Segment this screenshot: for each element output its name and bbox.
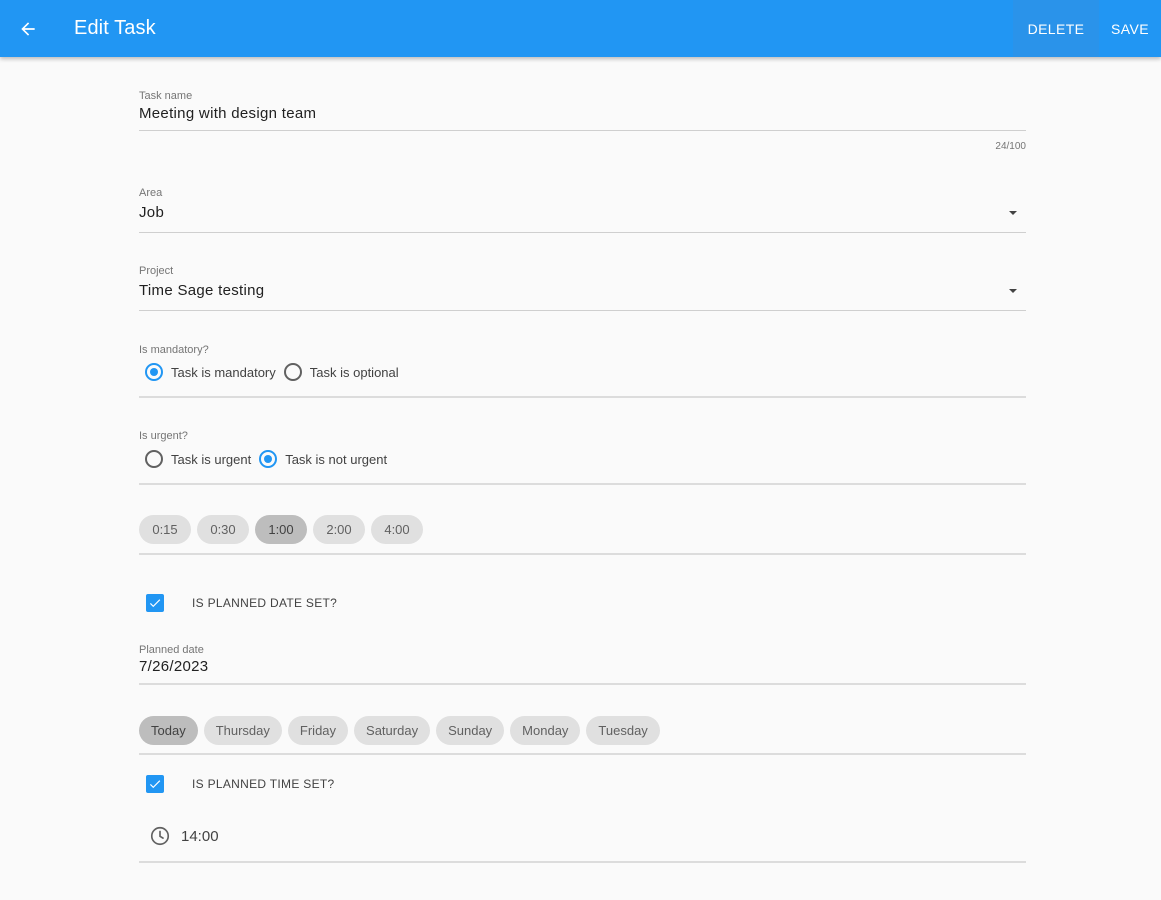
day-chip[interactable]: Sunday [436, 716, 505, 745]
checkbox-checked-icon[interactable] [146, 594, 164, 612]
urgent-divider [139, 483, 1026, 485]
save-button[interactable]: SAVE [1099, 0, 1161, 57]
urgent-radio-group: Task is urgent Task is not urgent [145, 450, 395, 468]
duration-chip-selected[interactable]: 1:00 [255, 515, 307, 544]
planned-date-field[interactable]: Planned date 7/26/2023 [139, 644, 1026, 686]
day-chip[interactable]: Saturday [354, 716, 431, 745]
duration-chip[interactable]: 4:00 [371, 515, 423, 544]
planned-time-checkbox-label: IS PLANNED TIME SET? [192, 777, 335, 791]
duration-chip[interactable]: 2:00 [313, 515, 365, 544]
checkbox-checked-icon[interactable] [146, 775, 164, 793]
mandatory-divider [139, 396, 1026, 398]
planned-date-input[interactable]: 7/26/2023 [139, 658, 208, 675]
page-title: Edit Task [74, 17, 156, 39]
area-label: Area [139, 187, 163, 199]
day-chip[interactable]: Monday [510, 716, 581, 745]
duration-chip[interactable]: 0:30 [197, 515, 249, 544]
check-icon [149, 780, 161, 789]
planned-date-checkbox-row[interactable]: IS PLANNED DATE SET? [146, 594, 337, 612]
planned-date-label: Planned date [139, 644, 204, 656]
area-underline [139, 232, 1026, 233]
day-divider [139, 753, 1026, 755]
project-underline [139, 310, 1026, 311]
mandatory-group-label: Is mandatory? [139, 344, 209, 356]
duration-chip[interactable]: 0:15 [139, 515, 191, 544]
task-form: Task name Meeting with design team 24/10… [139, 57, 1026, 900]
planned-date-underline [139, 683, 1026, 685]
delete-button[interactable]: DELETE [1013, 0, 1099, 57]
planned-time-field[interactable]: 14:00 [149, 825, 219, 847]
duration-divider [139, 553, 1026, 555]
day-chip[interactable]: Thursday [203, 716, 282, 745]
project-select[interactable]: Project Time Sage testing [139, 265, 1026, 313]
day-chip-group: Today Thursday Friday Saturday Sunday Mo… [139, 716, 666, 745]
clock-icon [150, 826, 170, 846]
radio-task-urgent[interactable]: Task is urgent [145, 450, 251, 468]
radio-unchecked-icon[interactable] [145, 450, 163, 468]
task-name-label: Task name [139, 90, 193, 102]
radio-task-mandatory[interactable]: Task is mandatory [145, 363, 276, 381]
radio-label: Task is urgent [171, 451, 252, 467]
radio-checked-icon[interactable] [259, 450, 278, 468]
day-chip[interactable]: Friday [287, 716, 349, 745]
arrow-left-icon [21, 22, 35, 36]
dropdown-arrow-icon[interactable] [1009, 289, 1017, 293]
area-value[interactable]: Job [139, 204, 164, 221]
day-chip-selected[interactable]: Today [139, 716, 198, 745]
radio-unchecked-icon[interactable] [283, 363, 302, 381]
back-button[interactable] [12, 13, 44, 45]
task-name-underline [139, 130, 1026, 131]
duration-chip-group: 0:15 0:30 1:00 2:00 4:00 [139, 515, 429, 544]
planned-time-underline [139, 861, 1026, 863]
day-chip[interactable]: Tuesday [586, 716, 660, 745]
project-value[interactable]: Time Sage testing [139, 282, 264, 299]
task-name-input[interactable]: Meeting with design team [139, 105, 316, 122]
planned-time-value[interactable]: 14:00 [181, 828, 219, 845]
radio-task-not-urgent[interactable]: Task is not urgent [259, 450, 387, 468]
check-icon [149, 599, 161, 608]
project-label: Project [139, 265, 174, 277]
planned-date-checkbox-label: IS PLANNED DATE SET? [192, 596, 338, 610]
mandatory-radio-group: Task is mandatory Task is optional [145, 363, 407, 381]
app-bar: Edit Task DELETE SAVE [0, 0, 1161, 57]
planned-time-checkbox-row[interactable]: IS PLANNED TIME SET? [146, 775, 334, 793]
appbar-actions: DELETE SAVE [1013, 0, 1161, 57]
radio-task-optional[interactable]: Task is optional [283, 363, 399, 381]
radio-label: Task is optional [309, 364, 399, 380]
urgent-group-label: Is urgent? [139, 430, 188, 442]
radio-label: Task is not urgent [285, 451, 388, 467]
radio-checked-icon[interactable] [145, 363, 163, 381]
task-name-field[interactable]: Task name Meeting with design team 24/10… [139, 90, 1026, 160]
area-select[interactable]: Area Job [139, 187, 1026, 235]
character-counter: 24/100 [995, 141, 1026, 152]
dropdown-arrow-icon[interactable] [1009, 211, 1017, 215]
radio-label: Task is mandatory [171, 364, 276, 380]
